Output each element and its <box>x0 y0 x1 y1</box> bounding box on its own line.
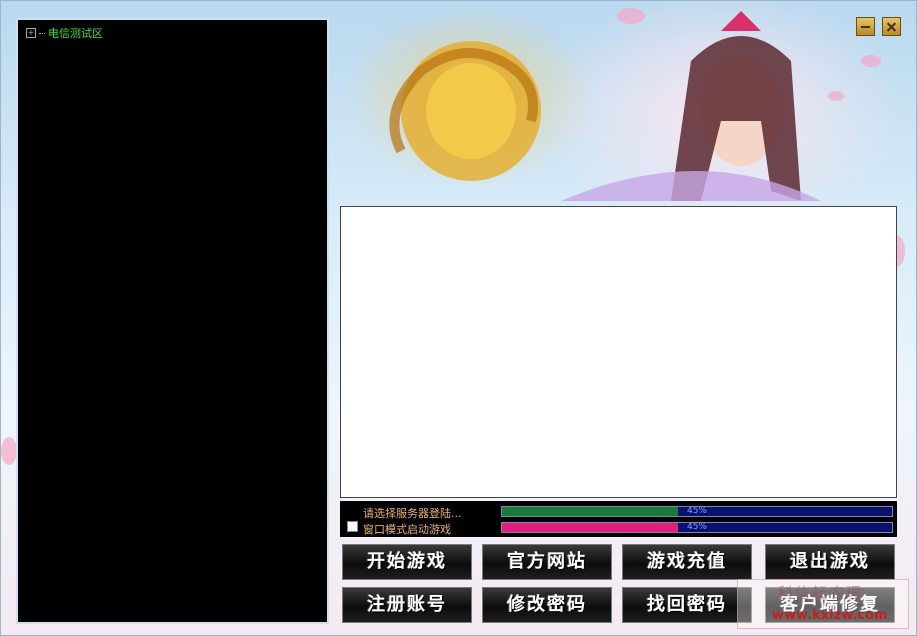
window-mode-label[interactable]: 窗口模式启动游戏 <box>363 521 451 537</box>
server-list-panel[interactable]: + 电信测试区 <box>16 18 329 624</box>
server-node-label[interactable]: 电信测试区 <box>48 25 103 41</box>
server-prompt-text: 请选择服务器登陆... <box>363 507 462 520</box>
progress-percent: 45% <box>686 522 707 532</box>
recover-password-button[interactable]: 找回密码 <box>622 587 752 623</box>
close-button[interactable] <box>882 17 901 36</box>
watermark-site-name: 科信耘农理 <box>778 584 864 602</box>
server-node-telecom-test[interactable]: + 电信测试区 <box>26 25 103 41</box>
register-button[interactable]: 注册账号 <box>342 587 472 623</box>
exit-game-button[interactable]: 退出游戏 <box>765 544 895 580</box>
status-bar: 请选择服务器登陆... 45% 窗口模式启动游戏 45% <box>340 501 897 537</box>
start-game-button[interactable]: 开始游戏 <box>342 544 472 580</box>
recharge-button[interactable]: 游戏充值 <box>622 544 752 580</box>
heroine-figure-icon <box>561 11 821 201</box>
tree-connector <box>39 32 45 34</box>
site-watermark: 科信耘农理 www.kxlzw.com <box>737 579 909 629</box>
progress-percent: 45% <box>686 506 707 516</box>
progress-bar-download: 45% <box>501 506 893 517</box>
news-panel <box>340 206 897 498</box>
expand-plus-icon[interactable]: + <box>26 28 36 38</box>
progress-bar-total: 45% <box>501 522 893 533</box>
watermark-url: www.kxlzw.com <box>772 608 888 623</box>
minimize-button[interactable] <box>856 17 875 36</box>
change-password-button[interactable]: 修改密码 <box>482 587 612 623</box>
launcher-window: + 电信测试区 请选择服务器登陆... 45% 窗口模式启动游戏 45% 开始游… <box>0 0 917 636</box>
golden-dragon-icon <box>389 41 541 181</box>
official-site-button[interactable]: 官方网站 <box>482 544 612 580</box>
window-mode-checkbox[interactable] <box>347 521 358 532</box>
